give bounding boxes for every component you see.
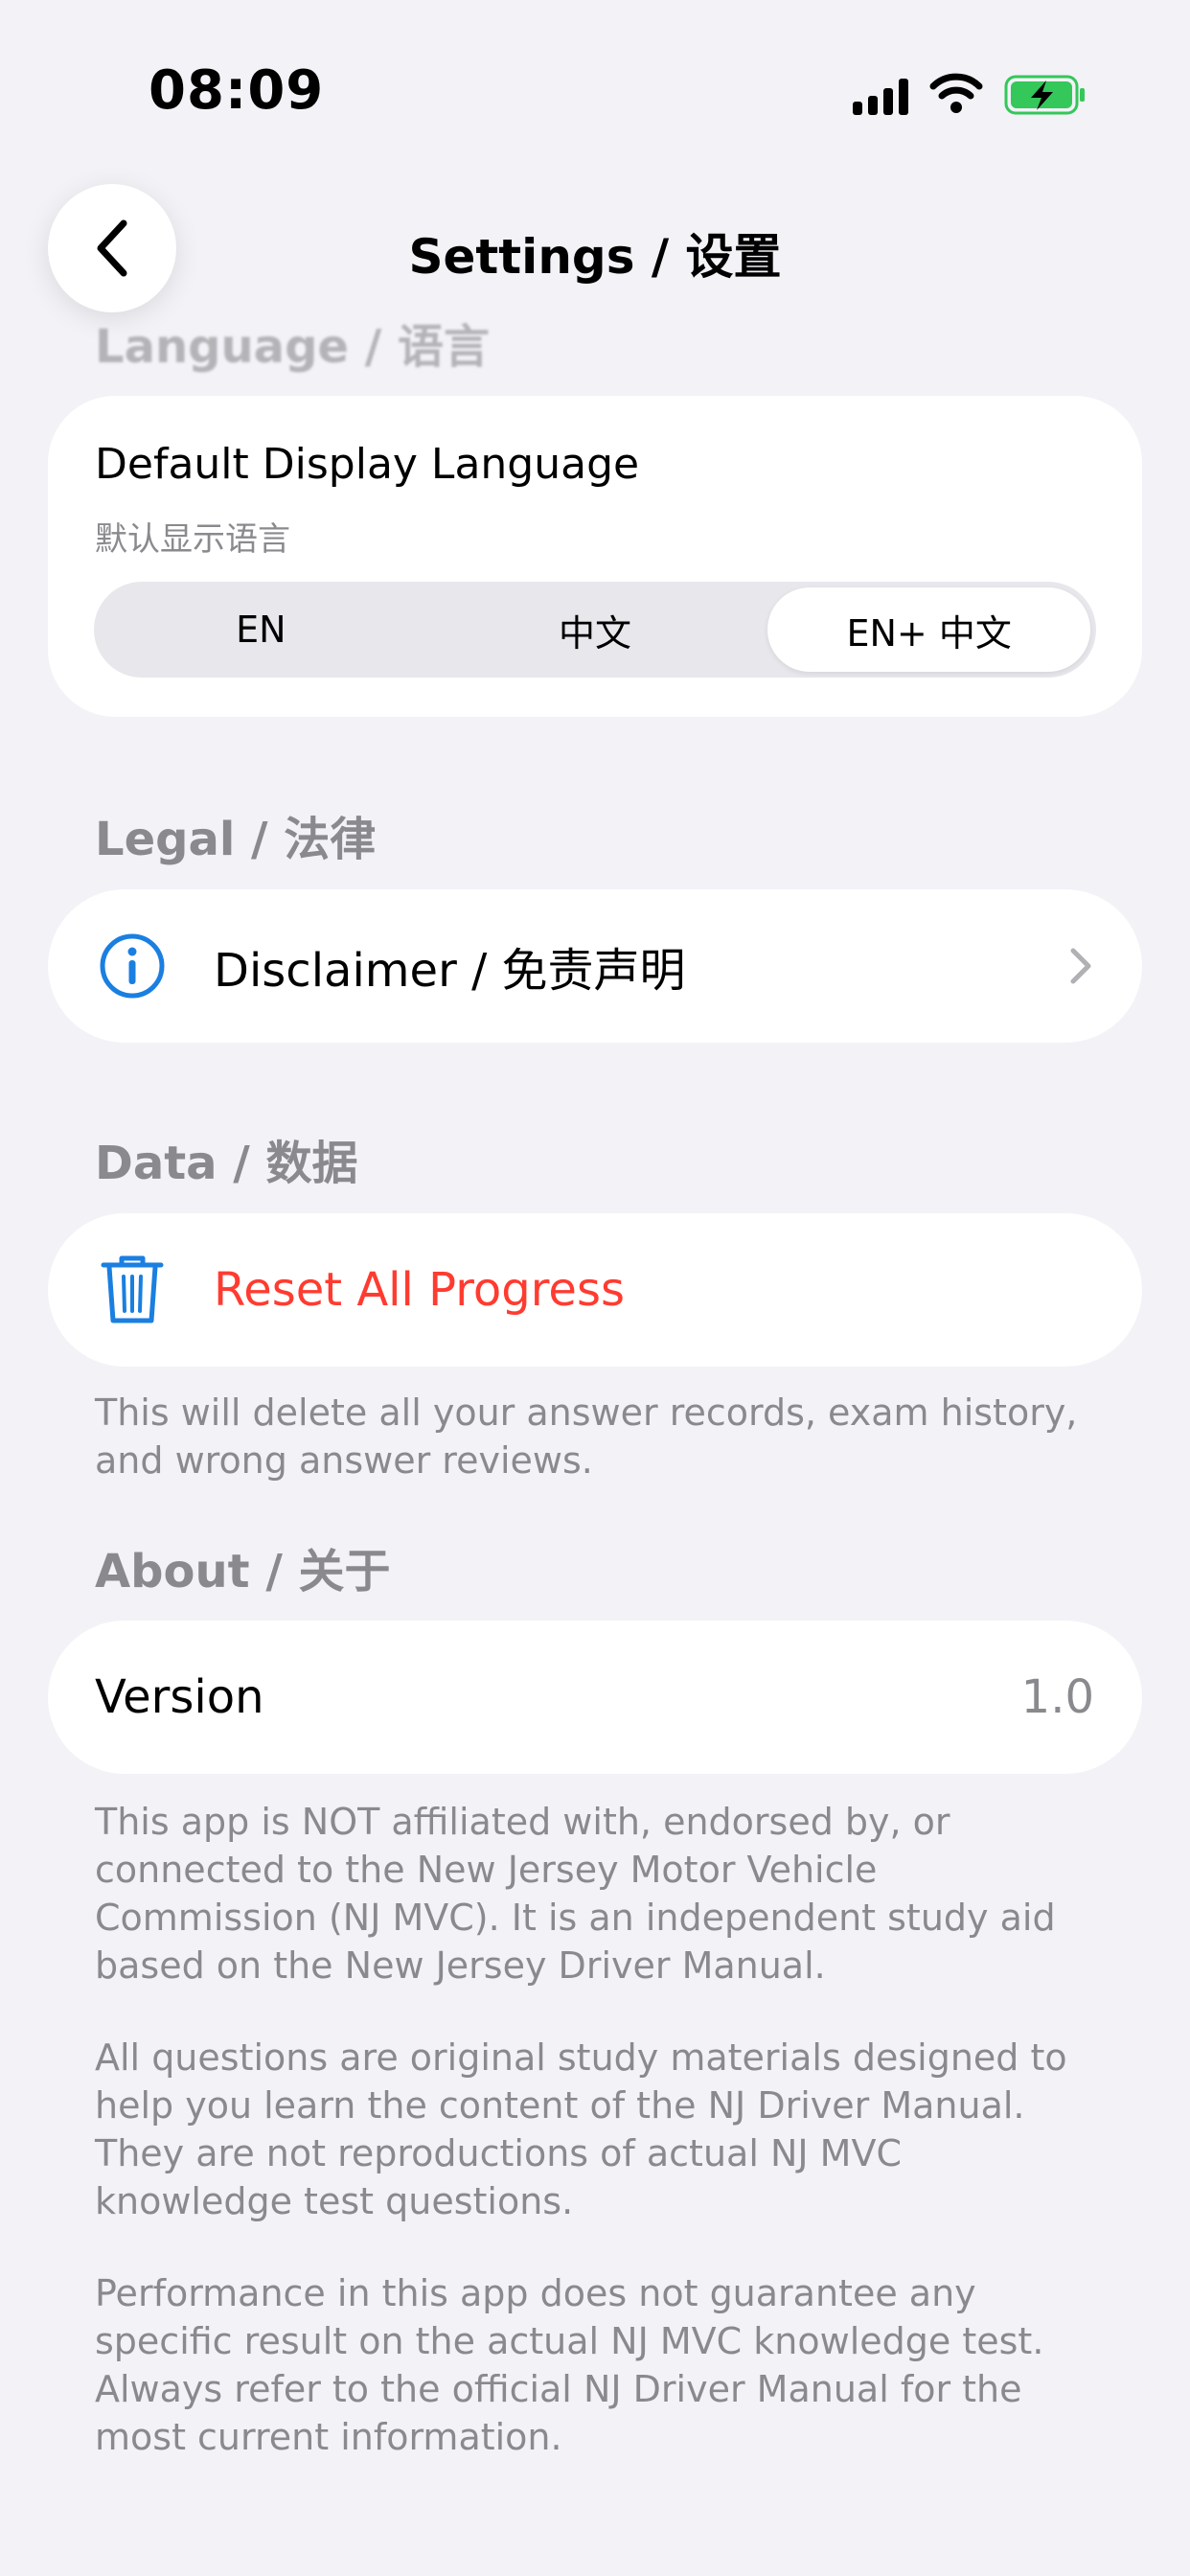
segment-chinese[interactable]: 中文: [434, 587, 757, 672]
wifi-icon: [929, 73, 983, 113]
info-icon: [98, 932, 167, 1000]
disclaimer-row[interactable]: Disclaimer / 免责声明: [48, 889, 1142, 1043]
disclaimer-label: Disclaimer / 免责声明: [214, 944, 686, 998]
section-header-data: Data / 数据: [95, 1137, 358, 1190]
battery-charging-icon: [1004, 75, 1085, 115]
reset-progress-row[interactable]: Reset All Progress: [48, 1213, 1142, 1367]
version-value: 1.0: [1020, 1670, 1094, 1724]
segment-en[interactable]: EN: [100, 587, 423, 672]
status-time: 08:09: [149, 59, 325, 122]
section-header-about: About / 关于: [95, 1545, 391, 1598]
status-bar: 08:09: [0, 0, 1190, 192]
reset-description: This will delete all your answer records…: [95, 1392, 1078, 1482]
trash-icon: [98, 1255, 167, 1324]
original-content-notice-text: All questions are original study materia…: [95, 2036, 1067, 2222]
affiliation-disclaimer-text: This app is NOT affiliated with, endorse…: [95, 1801, 1056, 1987]
section-header-legal: Legal / 法律: [95, 813, 377, 866]
performance-notice-text: Performance in this app does not guarant…: [95, 2272, 1044, 2458]
section-header-language: Language / 语言: [95, 320, 490, 374]
version-row: Version 1.0: [48, 1621, 1142, 1774]
language-segmented-control: EN 中文 EN+ 中文: [94, 582, 1096, 678]
version-label: Version: [95, 1670, 264, 1724]
cellular-signal-icon: [853, 79, 908, 115]
language-setting-title: Default Display Language: [95, 440, 640, 489]
reset-all-progress-label: Reset All Progress: [214, 1263, 625, 1317]
chevron-right-icon: [1070, 948, 1091, 984]
language-setting-subtitle: 默认显示语言: [95, 520, 290, 559]
segment-en-chinese[interactable]: EN+ 中文: [767, 587, 1091, 672]
language-card: Default Display Language 默认显示语言 EN 中文 EN…: [48, 396, 1142, 717]
page-title: Settings / 设置: [408, 229, 782, 285]
